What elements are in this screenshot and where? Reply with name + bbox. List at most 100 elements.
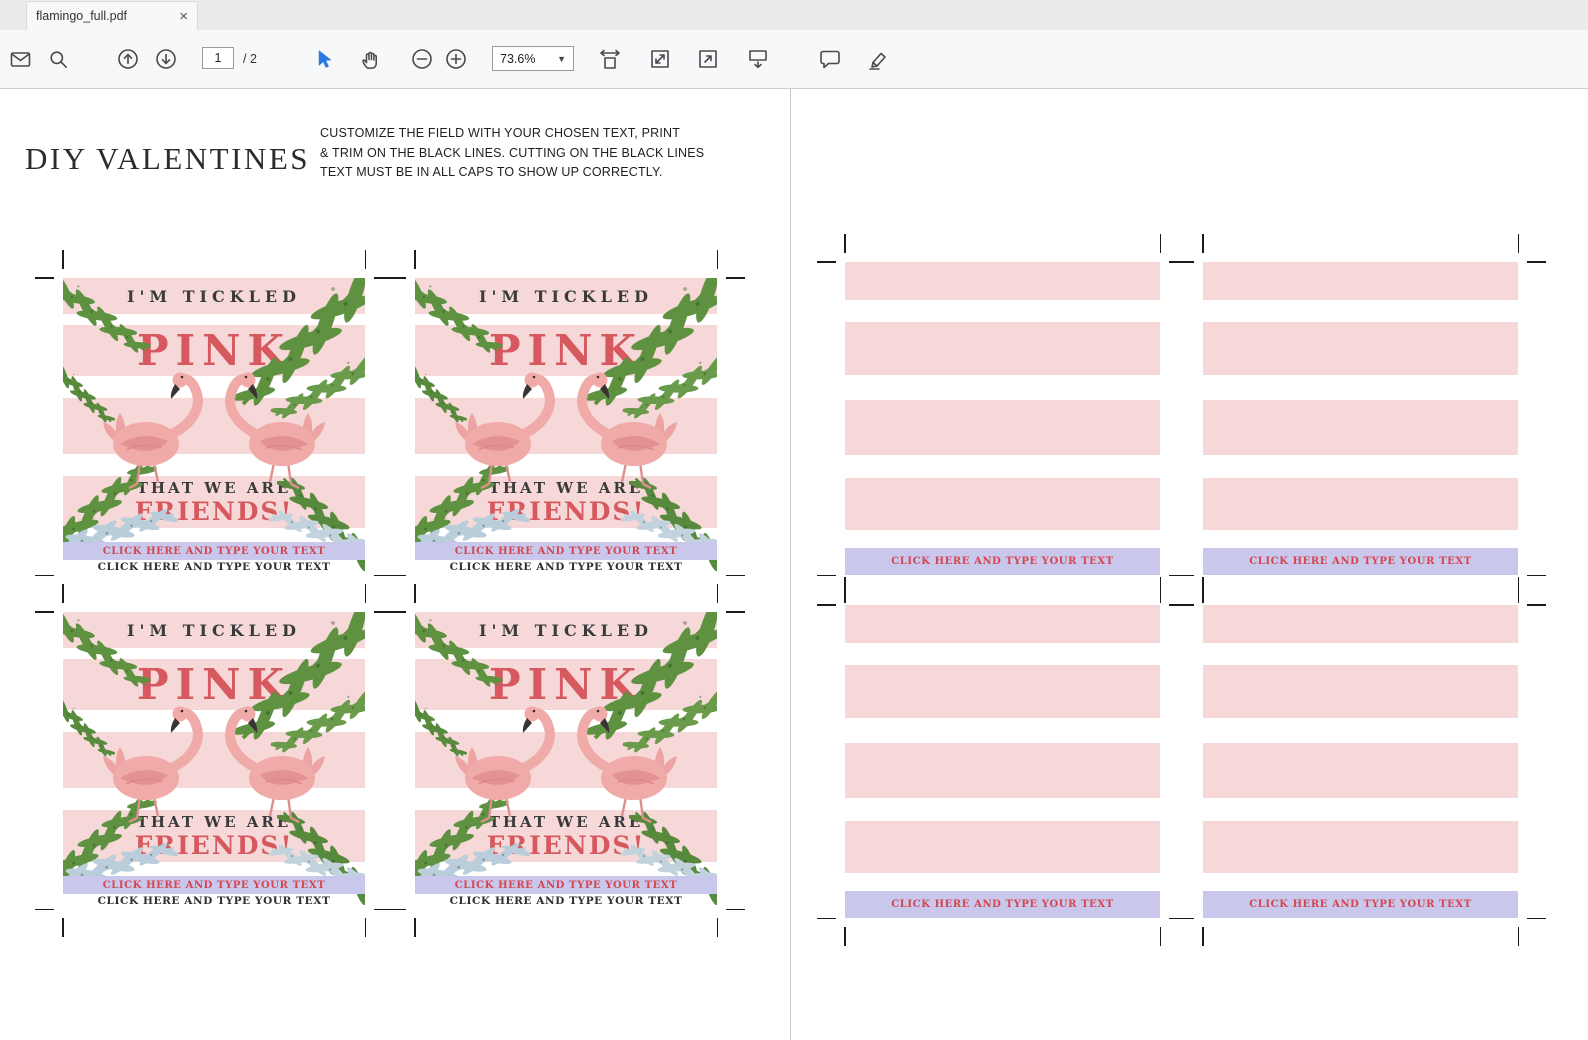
crop-mark — [414, 918, 416, 937]
template-stripe — [845, 665, 1160, 718]
crop-mark — [1175, 604, 1194, 606]
template-stripe — [1203, 665, 1518, 718]
scroll-mode-icon[interactable] — [740, 41, 776, 77]
click-to-type-text: CLICK HERE AND TYPE YOUR TEXT — [102, 879, 326, 891]
crop-mark — [62, 918, 64, 937]
crop-mark — [1175, 574, 1194, 576]
blank-template-2: CLICK HERE AND TYPE YOUR TEXT — [1175, 234, 1546, 603]
crop-mark — [1159, 577, 1161, 596]
email-icon[interactable] — [2, 41, 38, 77]
template-stripe — [845, 821, 1160, 873]
fit-width-icon[interactable] — [592, 41, 628, 77]
crop-mark — [716, 250, 718, 269]
fit-page-icon[interactable] — [642, 41, 678, 77]
flamingos-illustration — [99, 364, 329, 499]
comment-icon[interactable] — [812, 41, 848, 77]
click-to-type-text: CLICK HERE AND TYPE YOUR TEXT — [891, 899, 1114, 910]
zoom-in-icon[interactable] — [438, 41, 474, 77]
crop-mark — [364, 584, 366, 603]
crop-mark — [414, 584, 416, 603]
text-field-plain[interactable]: CLICK HERE AND TYPE YOUR TEXT — [63, 561, 365, 573]
crop-mark — [1527, 261, 1546, 263]
crop-mark — [1202, 577, 1204, 596]
blank-template-4: CLICK HERE AND TYPE YOUR TEXT — [1175, 577, 1546, 946]
text-field-lavender[interactable]: CLICK HERE AND TYPE YOUR TEXT — [63, 542, 365, 560]
crop-mark — [844, 927, 846, 946]
crop-mark — [1527, 574, 1546, 576]
page-number-input[interactable] — [202, 47, 234, 69]
crop-mark — [62, 584, 64, 603]
crop-mark — [817, 574, 836, 576]
template-artwork: CLICK HERE AND TYPE YOUR TEXT — [1203, 262, 1518, 575]
zoom-level-select[interactable]: 73.6% ▼ — [492, 46, 574, 71]
click-to-type-text: CLICK HERE AND TYPE YOUR TEXT — [1249, 899, 1472, 910]
toolbar: / 2 73.6% ▼ — [0, 30, 1588, 89]
instructions-text: CUSTOMIZE THE FIELD WITH YOUR CHOSEN TEX… — [320, 124, 740, 183]
crop-mark — [1517, 927, 1519, 946]
text-field-lavender[interactable]: CLICK HERE AND TYPE YOUR TEXT — [1203, 548, 1518, 575]
crop-mark — [1527, 917, 1546, 919]
click-to-type-text: CLICK HERE AND TYPE YOUR TEXT — [891, 556, 1114, 567]
hand-tool-icon[interactable] — [352, 41, 388, 77]
tab-bar: flamingo_full.pdf × — [0, 0, 1588, 31]
crop-mark — [817, 261, 836, 263]
crop-mark — [387, 611, 406, 613]
palm-leaf-icon — [415, 612, 504, 703]
crop-mark — [1159, 234, 1161, 253]
crop-mark — [844, 234, 846, 253]
crop-mark — [726, 908, 745, 910]
crop-mark — [1175, 261, 1194, 263]
instructions-line: TEXT MUST BE IN ALL CAPS TO SHOW UP CORR… — [320, 165, 663, 179]
template-artwork: CLICK HERE AND TYPE YOUR TEXT — [845, 605, 1160, 918]
highlight-icon[interactable] — [860, 41, 896, 77]
previous-page-icon[interactable] — [110, 41, 146, 77]
palm-leaf-icon — [63, 612, 152, 703]
text-field-plain[interactable]: CLICK HERE AND TYPE YOUR TEXT — [415, 895, 717, 907]
crop-mark — [414, 250, 416, 269]
instructions-line: & TRIM ON THE BLACK LINES. CUTTING ON TH… — [320, 145, 705, 160]
template-stripe — [845, 743, 1160, 798]
click-to-type-text: CLICK HERE AND TYPE YOUR TEXT — [102, 545, 326, 557]
select-tool-icon[interactable] — [306, 41, 342, 77]
crop-mark — [726, 574, 745, 576]
template-stripe — [845, 322, 1160, 375]
chevron-down-icon: ▼ — [557, 53, 566, 64]
document-tab[interactable]: flamingo_full.pdf × — [26, 1, 198, 30]
search-icon[interactable] — [40, 41, 76, 77]
template-stripe — [845, 478, 1160, 530]
tab-close-icon[interactable]: × — [179, 9, 188, 24]
click-to-type-text: CLICK HERE AND TYPE YOUR TEXT — [97, 561, 331, 573]
fullscreen-icon[interactable] — [690, 41, 726, 77]
crop-mark — [1517, 577, 1519, 596]
text-field-lavender[interactable]: CLICK HERE AND TYPE YOUR TEXT — [63, 876, 365, 894]
card-artwork: I'M TICKLED PINK THAT WE ARE FRIENDS! CL… — [415, 612, 717, 909]
text-field-lavender[interactable]: CLICK HERE AND TYPE YOUR TEXT — [845, 548, 1160, 575]
text-field-lavender[interactable]: CLICK HERE AND TYPE YOUR TEXT — [415, 542, 717, 560]
next-page-icon[interactable] — [148, 41, 184, 77]
text-field-lavender[interactable]: CLICK HERE AND TYPE YOUR TEXT — [415, 876, 717, 894]
crop-mark — [1159, 927, 1161, 946]
template-stripe — [845, 400, 1160, 455]
text-field-lavender[interactable]: CLICK HERE AND TYPE YOUR TEXT — [1203, 891, 1518, 918]
crop-mark — [726, 611, 745, 613]
valentine-card-2: I'M TICKLED PINK THAT WE ARE FRIENDS! CL… — [387, 250, 745, 603]
instructions-line: CUSTOMIZE THE FIELD WITH YOUR CHOSEN TEX… — [320, 126, 681, 140]
palm-leaf-icon — [63, 278, 152, 369]
crop-mark — [844, 577, 846, 596]
valentine-card-1: I'M TICKLED PINK THAT WE ARE FRIENDS! CL… — [35, 250, 393, 603]
template-stripe — [1203, 262, 1518, 300]
card-artwork: I'M TICKLED PINK THAT WE ARE FRIENDS! CL… — [63, 278, 365, 575]
flamingos-illustration — [451, 364, 681, 499]
crop-mark — [817, 604, 836, 606]
template-stripe — [1203, 322, 1518, 375]
crop-mark — [817, 917, 836, 919]
crop-mark — [35, 277, 54, 279]
zoom-out-icon[interactable] — [404, 41, 440, 77]
blank-template-3: CLICK HERE AND TYPE YOUR TEXT — [817, 577, 1188, 946]
flamingos-illustration — [451, 698, 681, 833]
text-field-plain[interactable]: CLICK HERE AND TYPE YOUR TEXT — [415, 561, 717, 573]
template-stripe — [1203, 400, 1518, 455]
text-field-plain[interactable]: CLICK HERE AND TYPE YOUR TEXT — [63, 895, 365, 907]
text-field-lavender[interactable]: CLICK HERE AND TYPE YOUR TEXT — [845, 891, 1160, 918]
crop-mark — [1202, 234, 1204, 253]
